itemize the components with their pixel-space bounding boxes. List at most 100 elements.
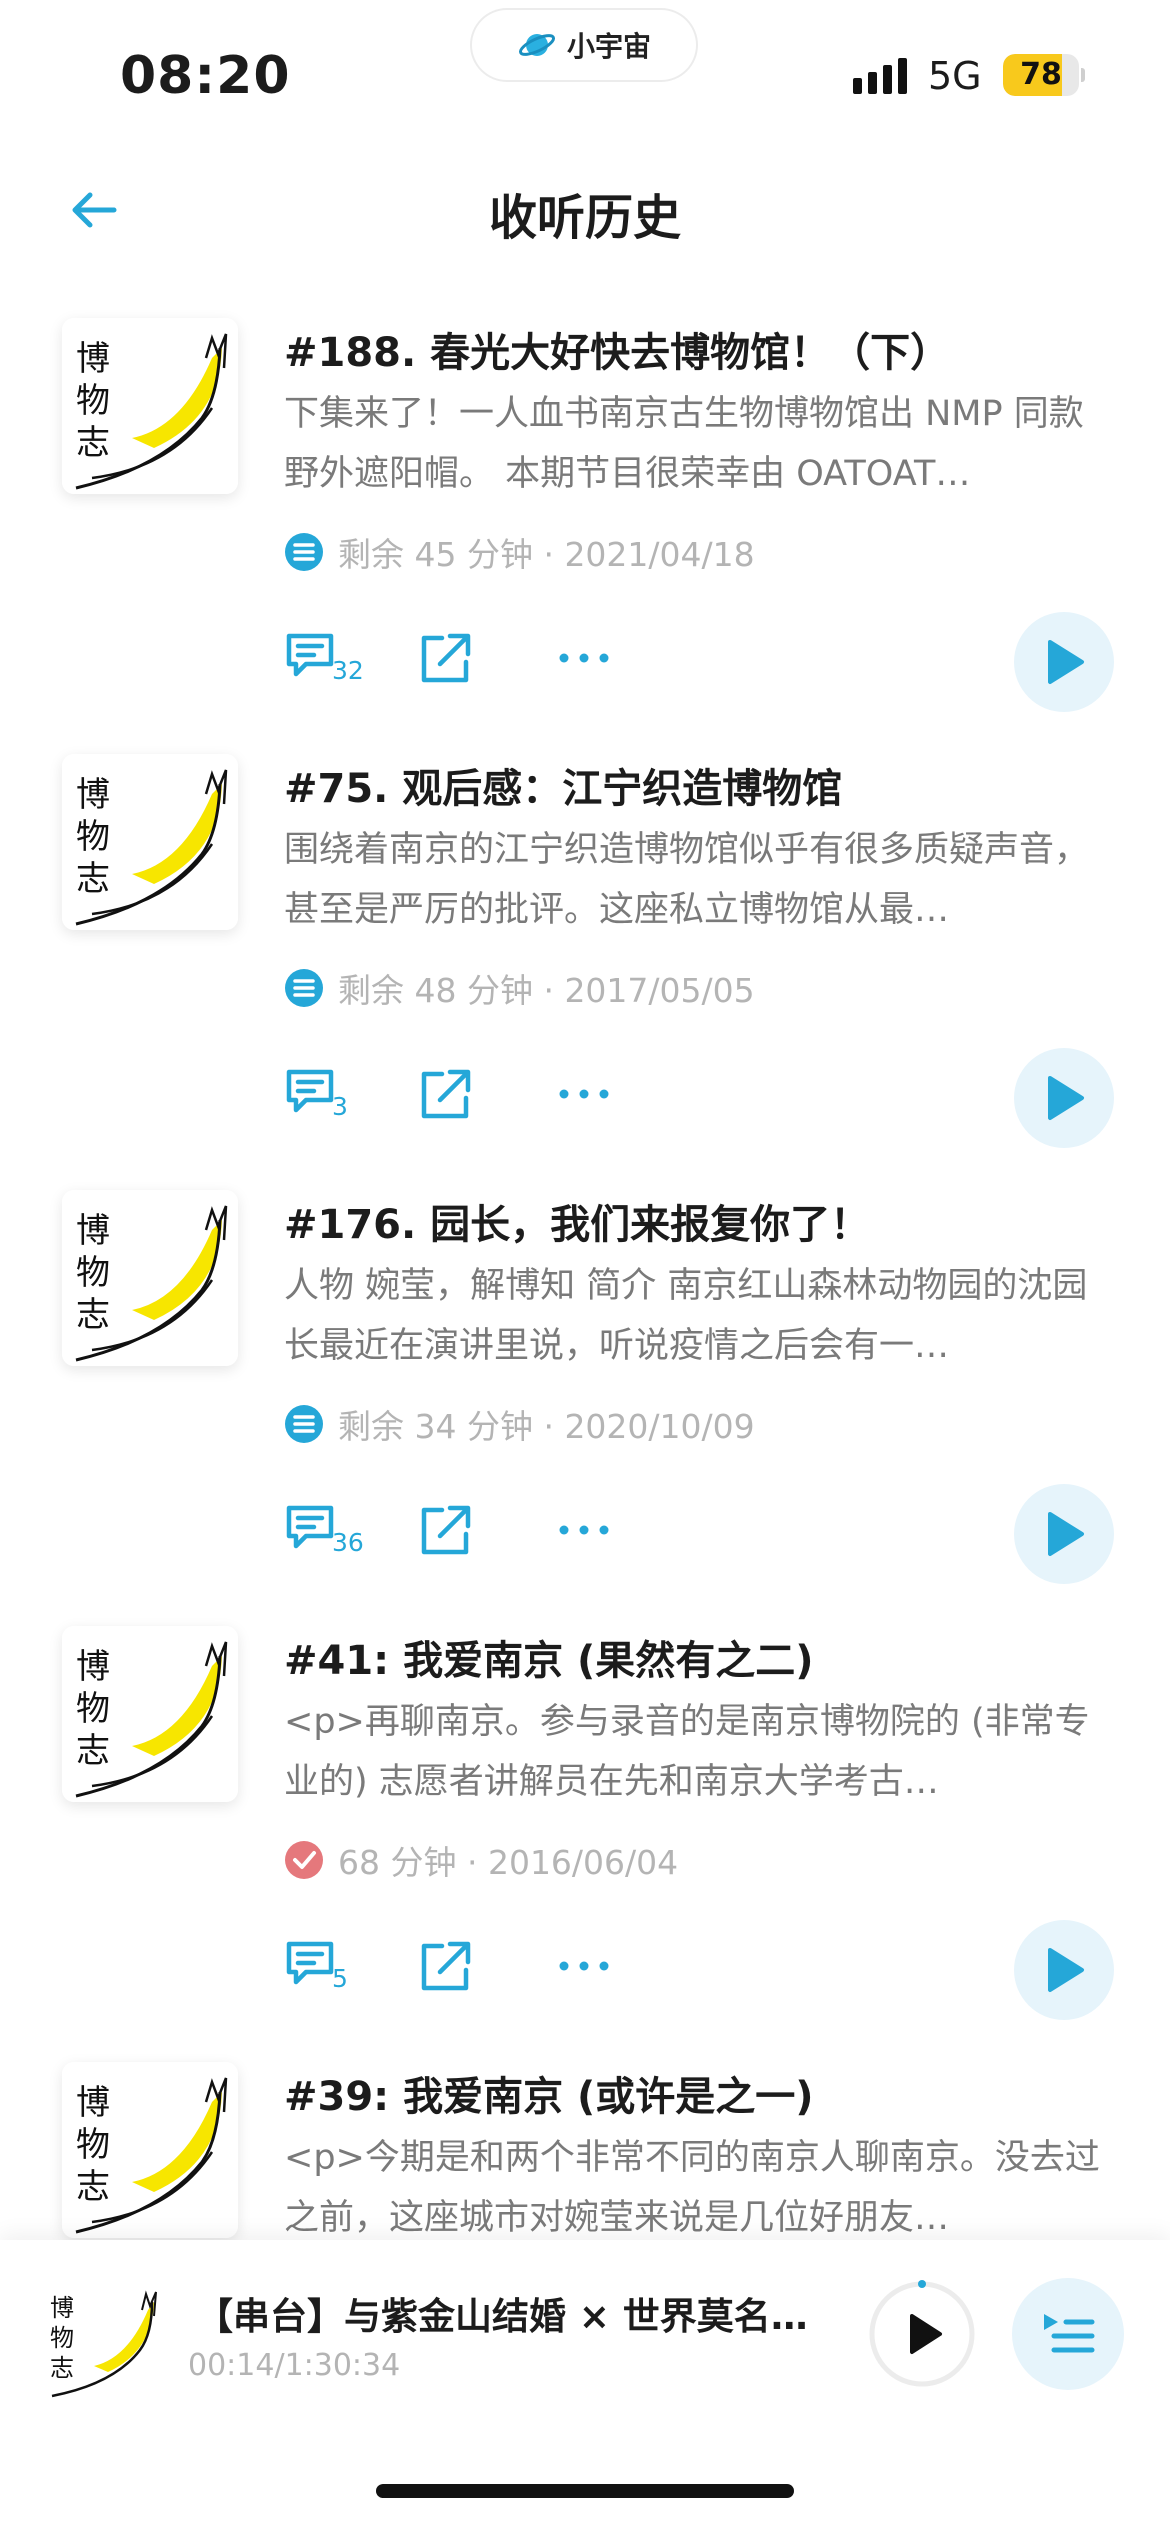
- svg-text:志: 志: [76, 423, 110, 463]
- battery-icon: 78: [1003, 54, 1085, 96]
- share-icon: [421, 1505, 471, 1555]
- episode-title[interactable]: #39: 我爱南京 (或许是之一): [284, 2064, 1124, 2122]
- play-button[interactable]: [1014, 1048, 1114, 1148]
- podcast-cover-art: 博 物 志: [62, 1190, 238, 1366]
- share-button[interactable]: [418, 620, 478, 696]
- svg-text:物: 物: [50, 2324, 74, 2352]
- play-button[interactable]: [1014, 1484, 1114, 1584]
- network-type: 5G: [928, 54, 982, 98]
- episode-item[interactable]: 博 物 志 #75. 观后感：江宁织造博物馆 围绕着南京的江宁织造博物馆似乎有很…: [0, 716, 1170, 1152]
- planet-icon: [518, 34, 555, 56]
- episode-cover[interactable]: 博 物 志: [62, 1190, 238, 1366]
- more-icon: [559, 1525, 609, 1535]
- svg-text:志: 志: [76, 1295, 110, 1335]
- svg-text:志: 志: [76, 859, 110, 899]
- playlist-icon: [1044, 2314, 1095, 2353]
- play-button[interactable]: [1014, 612, 1114, 712]
- signal-icon: [853, 58, 907, 94]
- episode-meta: 剩余 34 分钟 · 2020/10/09: [284, 1402, 755, 1446]
- mini-play-button[interactable]: [866, 2278, 978, 2390]
- episode-actions: 32: [284, 612, 1124, 712]
- finished-check-icon: [285, 1841, 323, 1879]
- more-button[interactable]: [558, 1056, 618, 1132]
- svg-text:物: 物: [76, 1689, 110, 1729]
- episode-meta-text: 剩余 45 分钟 · 2021/04/18: [338, 535, 755, 574]
- svg-text:志: 志: [76, 1731, 110, 1771]
- svg-text:博: 博: [76, 1647, 110, 1687]
- podcast-cover-art: 博 物 志: [62, 2062, 238, 2238]
- share-button[interactable]: [418, 1928, 478, 2004]
- podcast-cover-art: 博 物 志: [62, 754, 238, 930]
- play-icon: [1048, 640, 1084, 684]
- more-icon: [559, 1961, 609, 1971]
- episode-cover[interactable]: 博 物 志: [62, 1626, 238, 1802]
- status-time: 08:20: [120, 46, 291, 106]
- home-indicator[interactable]: [376, 2484, 794, 2498]
- episode-item[interactable]: 博 物 志 #41: 我爱南京 (果然有之二) <p>再聊南京。参与录音的是南京…: [0, 1588, 1170, 2024]
- play-button[interactable]: [1014, 1920, 1114, 2020]
- episode-item[interactable]: 博 物 志 #176. 园长，我们来报复你了！ 人物 婉莹，解博知 简介 南京红…: [0, 1152, 1170, 1588]
- status-bar: 08:20 小宇宙 5G 78: [0, 0, 1170, 140]
- episode-title[interactable]: #176. 园长，我们来报复你了！: [284, 1192, 1124, 1250]
- episode-actions: 5: [284, 1920, 1124, 2020]
- svg-text:博: 博: [76, 775, 110, 815]
- episode-meta: 剩余 48 分钟 · 2017/05/05: [284, 966, 755, 1010]
- podcast-cover-art: 博 物 志: [62, 1626, 238, 1802]
- in-progress-icon: [285, 969, 323, 1007]
- battery-level: 78: [1020, 57, 1062, 92]
- episode-item[interactable]: 博 物 志 #188. 春光大好快去博物馆！（下） 下集来了！一人血书南京古生物…: [0, 280, 1170, 716]
- svg-text:博: 博: [76, 2083, 110, 2123]
- episode-meta-text: 剩余 34 分钟 · 2020/10/09: [338, 1407, 755, 1446]
- more-button[interactable]: [558, 620, 618, 696]
- episode-meta-text: 68 分钟 · 2016/06/04: [338, 1843, 679, 1882]
- episode-cover[interactable]: 博 物 志: [62, 318, 238, 494]
- svg-text:博: 博: [76, 339, 110, 379]
- episode-title[interactable]: #75. 观后感：江宁织造博物馆: [284, 756, 1124, 814]
- play-icon: [1048, 1512, 1084, 1556]
- history-list[interactable]: 博 物 志 #188. 春光大好快去博物馆！（下） 下集来了！一人血书南京古生物…: [0, 280, 1170, 2240]
- episode-actions: 3: [284, 1048, 1124, 1148]
- episode-item[interactable]: 博 物 志 #39: 我爱南京 (或许是之一) <p>今期是和两个非常不同的南京…: [0, 2024, 1170, 2240]
- playlist-button[interactable]: [1012, 2278, 1124, 2390]
- episode-title[interactable]: #188. 春光大好快去博物馆！（下）: [284, 320, 1124, 378]
- episode-description: <p>再聊南京。参与录音的是南京博物院的 (非常专业的) 志愿者讲解员在先和南京…: [284, 1702, 1090, 1802]
- comment-icon: [286, 1069, 334, 1113]
- episode-cover[interactable]: 博 物 志: [62, 2062, 238, 2238]
- play-progress-icon: [869, 2280, 975, 2387]
- more-icon: [559, 653, 609, 663]
- svg-text:物: 物: [76, 2125, 110, 2165]
- episode-cover[interactable]: 博 物 志: [62, 754, 238, 930]
- comment-icon: [286, 1941, 334, 1985]
- svg-text:志: 志: [50, 2354, 74, 2382]
- episode-meta-text: 剩余 48 分钟 · 2017/05/05: [338, 971, 755, 1010]
- comment-count: 3: [332, 1092, 348, 1121]
- more-icon: [559, 1089, 609, 1099]
- share-button[interactable]: [418, 1056, 478, 1132]
- more-button[interactable]: [558, 1928, 618, 2004]
- svg-text:物: 物: [76, 381, 110, 421]
- episode-meta: 剩余 45 分钟 · 2021/04/18: [284, 530, 755, 574]
- more-button[interactable]: [558, 1492, 618, 1568]
- share-button[interactable]: [418, 1492, 478, 1568]
- svg-text:志: 志: [76, 2167, 110, 2207]
- episode-title[interactable]: #41: 我爱南京 (果然有之二): [284, 1628, 1124, 1686]
- comment-button[interactable]: 32: [284, 620, 374, 696]
- comment-button[interactable]: 3: [284, 1056, 374, 1132]
- episode-description: <p>今期是和两个非常不同的南京人聊南京。没去过之前，这座城市对婉莹来说是几位好…: [284, 2138, 1100, 2238]
- comment-button[interactable]: 5: [284, 1928, 374, 2004]
- page-title: 收听历史: [488, 190, 681, 246]
- now-playing-cover[interactable]: 博 物 志: [44, 2280, 164, 2400]
- app-badge[interactable]: 小宇宙: [472, 10, 696, 80]
- now-playing-title[interactable]: 【串台】与紫金山结婚 × 世界莫名…: [196, 2286, 826, 2340]
- svg-text:物: 物: [76, 1253, 110, 1293]
- page-header: 收听历史: [0, 160, 1170, 260]
- svg-text:物: 物: [76, 817, 110, 857]
- svg-text:博: 博: [76, 1211, 110, 1251]
- comment-button[interactable]: 36: [284, 1492, 374, 1568]
- episode-actions: 36: [284, 1484, 1124, 1584]
- episode-description: 人物 婉莹，解博知 简介 南京红山森林动物园的沈园长最近在演讲里说，听说疫情之后…: [284, 1266, 1088, 1366]
- comment-count: 32: [332, 656, 364, 685]
- share-icon: [421, 1069, 471, 1119]
- podcast-cover-art: 博 物 志: [50, 2290, 157, 2398]
- episode-meta: 68 分钟 · 2016/06/04: [284, 1838, 678, 1882]
